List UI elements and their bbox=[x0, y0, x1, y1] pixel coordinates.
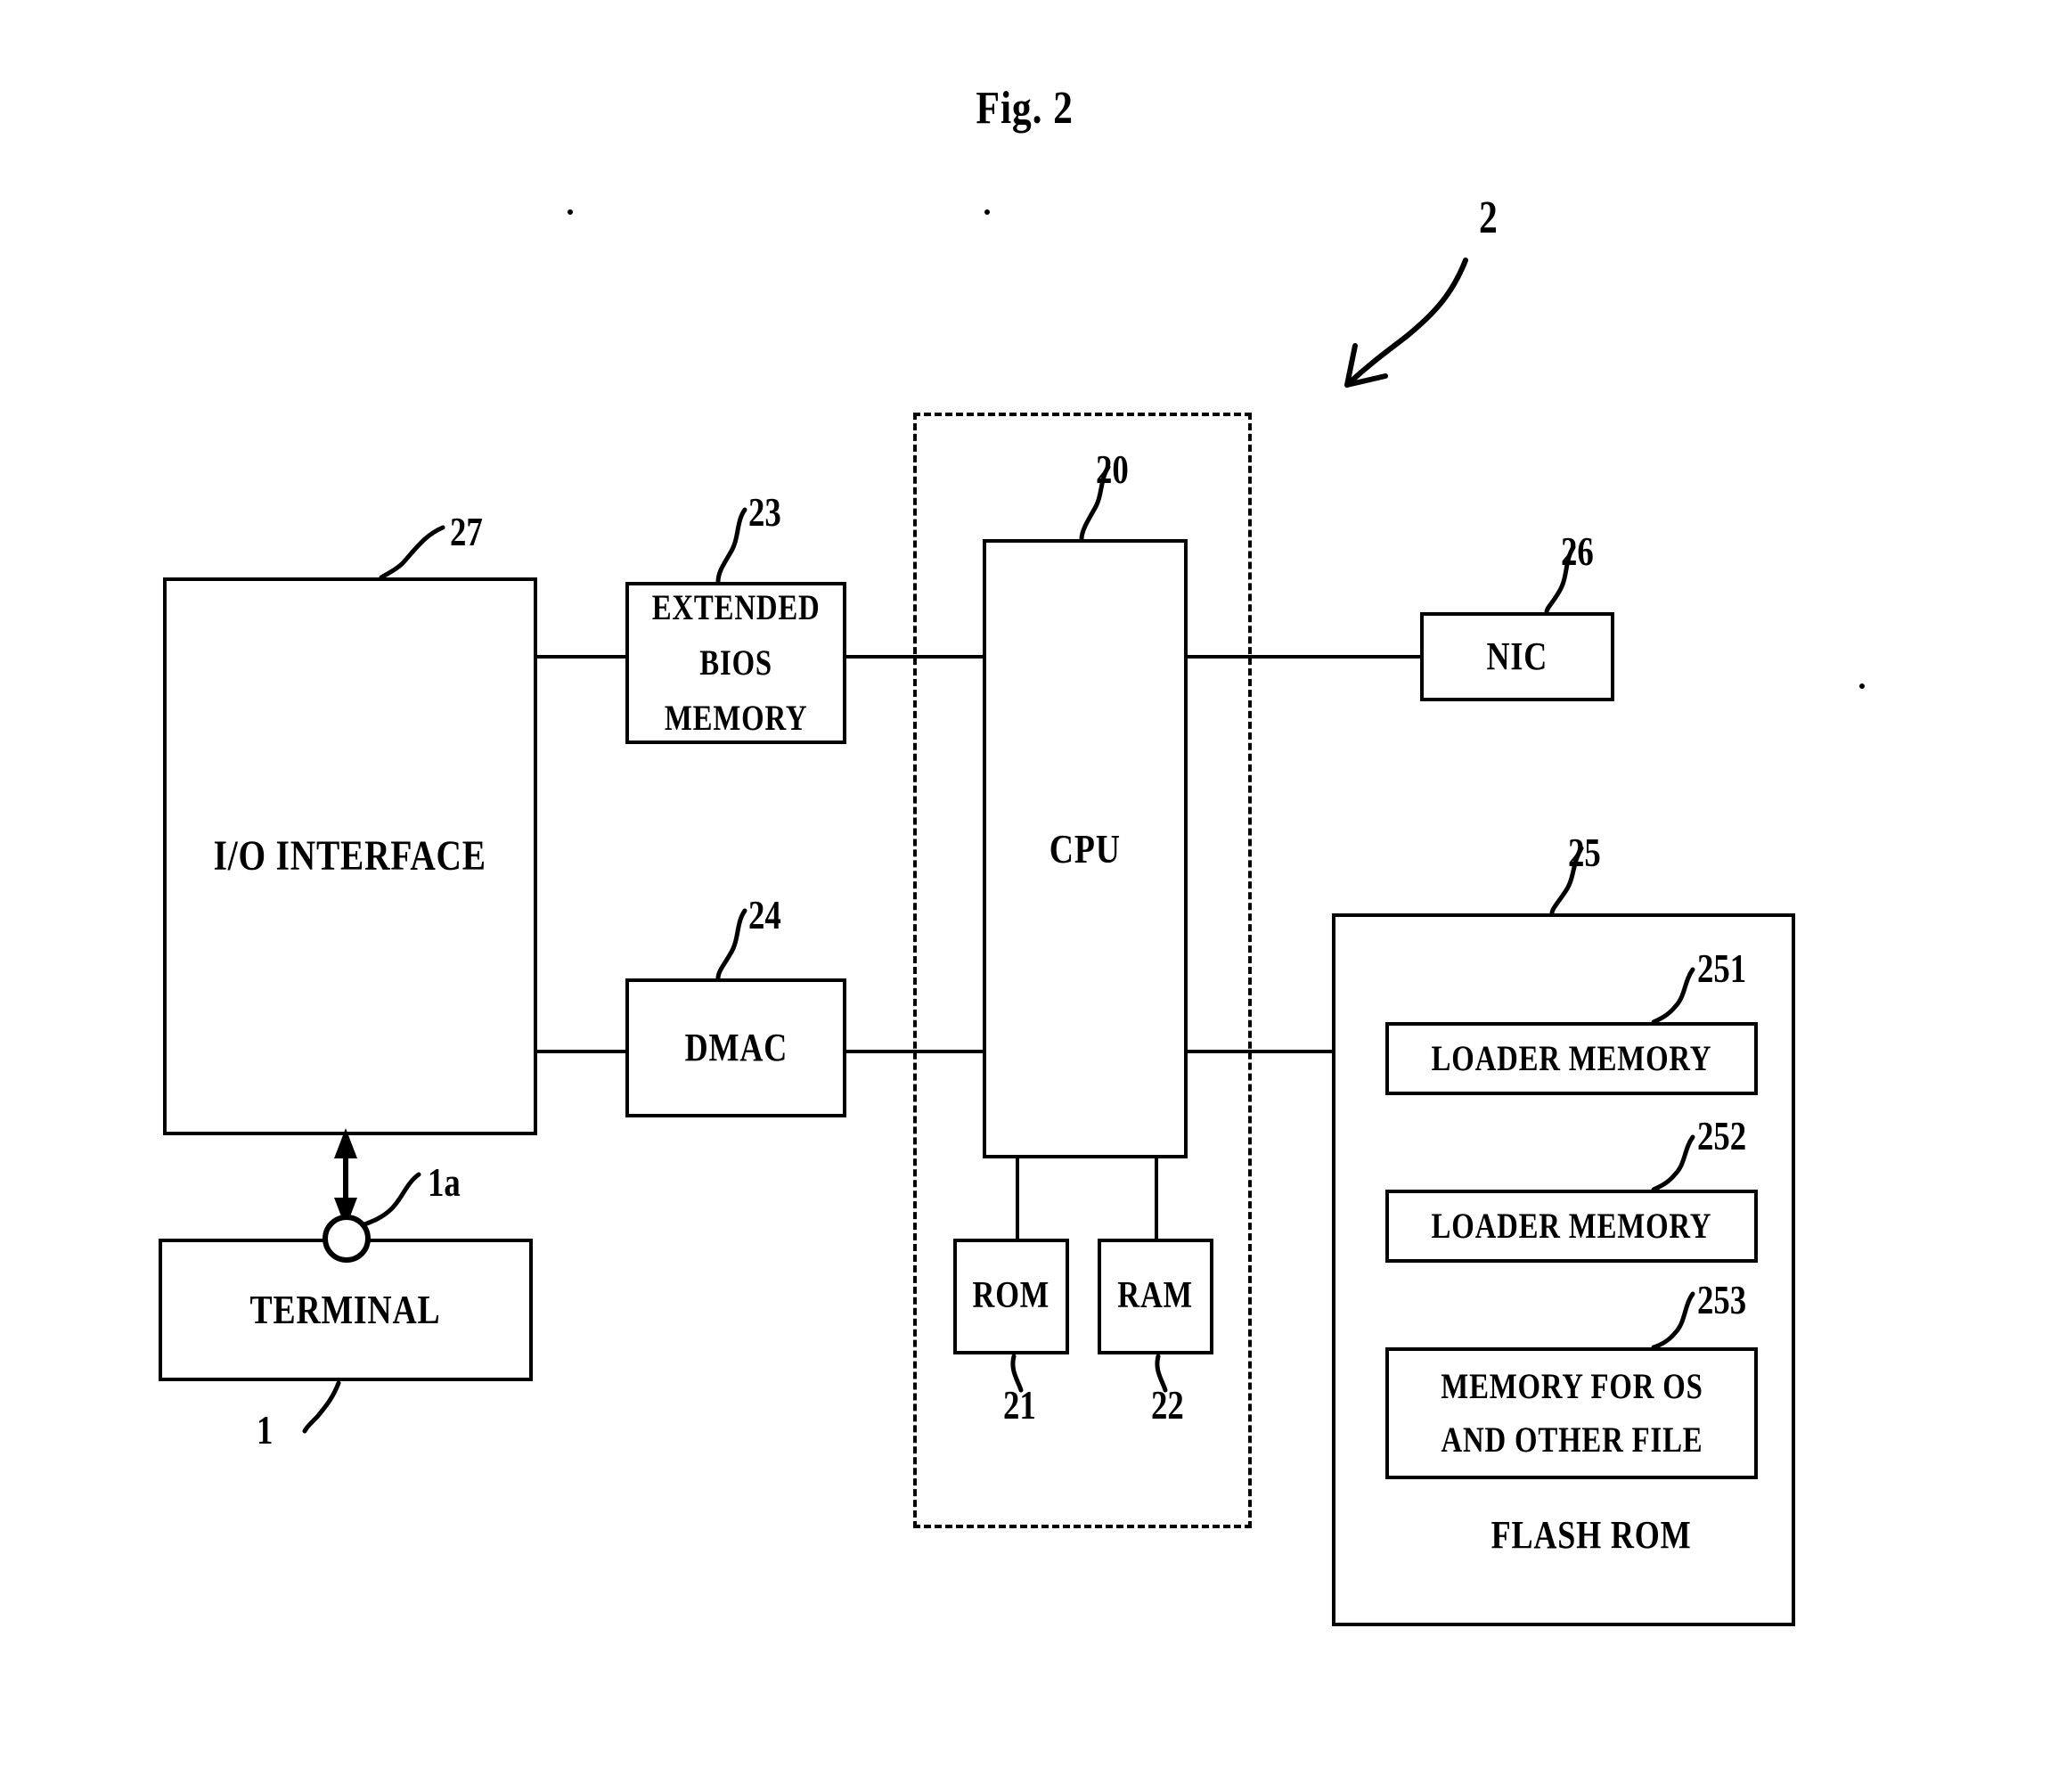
connector-cpu-to-nic bbox=[1186, 655, 1424, 659]
leader-line-27 bbox=[379, 525, 445, 580]
ref-numeral-21: 21 bbox=[1003, 1382, 1036, 1428]
memory-for-os-253-label: MEMORY FOR OS AND OTHER FILE bbox=[1440, 1366, 1703, 1460]
loader-memory-251-block[interactable]: LOADER MEMORY bbox=[1385, 1022, 1758, 1095]
terminal-label: TERMINAL bbox=[249, 1287, 442, 1333]
connector-io-to-ebm bbox=[535, 655, 631, 659]
ref-numeral-1: 1 bbox=[257, 1407, 274, 1452]
connector-cpu-to-ram bbox=[1155, 1157, 1158, 1239]
flash-rom-label: FLASH ROM bbox=[1491, 1513, 1692, 1557]
ref-numeral-23: 23 bbox=[748, 489, 781, 535]
figure-title-text: Fig. 2 bbox=[976, 83, 1074, 134]
connector-dmac-to-cpu bbox=[843, 1050, 984, 1053]
terminal-block[interactable]: TERMINAL bbox=[159, 1239, 533, 1381]
figure-title: Fig. 2 bbox=[0, 82, 2050, 135]
io-interface-label: I/O INTERFACE bbox=[213, 831, 487, 880]
dmac-label: DMAC bbox=[684, 1025, 788, 1069]
ram-label: RAM bbox=[1117, 1275, 1194, 1317]
connector-io-to-dmac bbox=[535, 1050, 631, 1053]
ref-numeral-253: 253 bbox=[1697, 1277, 1747, 1322]
ram-block[interactable]: RAM bbox=[1098, 1239, 1213, 1354]
scan-speck-1 bbox=[568, 209, 573, 215]
ref-numeral-25: 25 bbox=[1568, 830, 1601, 875]
loader-memory-252-block[interactable]: LOADER MEMORY bbox=[1385, 1190, 1758, 1263]
leader-line-1a bbox=[357, 1172, 421, 1229]
ref-numeral-20: 20 bbox=[1096, 446, 1129, 492]
connector-cpu-to-flashrom bbox=[1186, 1050, 1334, 1053]
scan-speck-3 bbox=[1859, 683, 1865, 689]
ref-numeral-2: 2 bbox=[1479, 192, 1498, 243]
dmac-block[interactable]: DMAC bbox=[625, 978, 846, 1117]
memory-for-os-253-block[interactable]: MEMORY FOR OS AND OTHER FILE bbox=[1385, 1347, 1758, 1479]
nic-label: NIC bbox=[1486, 634, 1548, 678]
ref-numeral-22: 22 bbox=[1151, 1382, 1184, 1428]
bidirectional-arrowhead-down bbox=[334, 1198, 357, 1228]
loader-memory-251-label: LOADER MEMORY bbox=[1431, 1038, 1712, 1078]
extended-bios-memory-label: EXTENDED BIOS MEMORY bbox=[651, 587, 821, 738]
figure-canvas: Fig. 2 2 I/O INTERFACE 27 TERMINAL 1 1a … bbox=[0, 0, 2050, 1792]
flash-rom-block[interactable]: FLASH ROM bbox=[1332, 913, 1795, 1626]
connector-ebm-to-cpu bbox=[843, 655, 984, 659]
ref-numeral-252: 252 bbox=[1697, 1113, 1747, 1158]
nic-block[interactable]: NIC bbox=[1420, 612, 1614, 701]
leader-line-23 bbox=[715, 507, 747, 585]
ref-numeral-251: 251 bbox=[1697, 945, 1747, 991]
rom-label: ROM bbox=[972, 1275, 1050, 1317]
ref-numeral-27: 27 bbox=[450, 509, 483, 554]
ref-numeral-1a: 1a bbox=[428, 1159, 461, 1205]
connector-cpu-to-rom bbox=[1016, 1157, 1019, 1239]
scan-speck-2 bbox=[984, 209, 990, 215]
leader-arrow-2 bbox=[1344, 258, 1468, 388]
cpu-block[interactable]: CPU bbox=[983, 539, 1188, 1158]
io-interface-block[interactable]: I/O INTERFACE bbox=[163, 577, 537, 1135]
ref-numeral-24: 24 bbox=[748, 892, 781, 937]
leader-line-1 bbox=[302, 1380, 341, 1434]
loader-memory-252-label: LOADER MEMORY bbox=[1431, 1206, 1712, 1246]
leader-line-24 bbox=[715, 908, 747, 981]
leader-arrowhead-2 bbox=[1344, 343, 1388, 388]
ref-numeral-26: 26 bbox=[1561, 528, 1594, 574]
cpu-label: CPU bbox=[1049, 825, 1121, 871]
extended-bios-memory-block[interactable]: EXTENDED BIOS MEMORY bbox=[625, 582, 846, 744]
rom-block[interactable]: ROM bbox=[953, 1239, 1069, 1354]
